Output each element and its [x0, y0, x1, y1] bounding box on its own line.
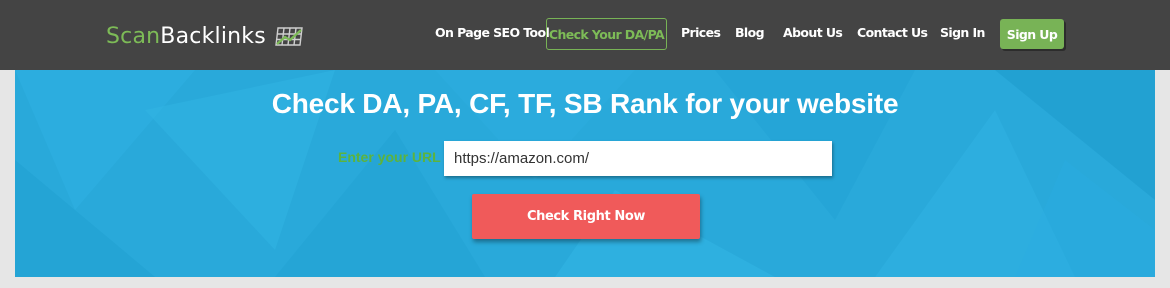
nav-check-da-pa[interactable]: Check Your DA/PA [546, 18, 667, 50]
logo-text-scan: Scan [106, 23, 161, 49]
nav-about-us[interactable]: About Us [783, 25, 843, 40]
hero-section: Check DA, PA, CF, TF, SB Rank for your w… [15, 70, 1155, 277]
navbar: Scan Backlinks On Page SEO Tool Check You… [0, 0, 1170, 70]
nav-sign-in[interactable]: Sign In [940, 25, 985, 40]
url-label: Enter your URL [338, 149, 441, 165]
url-input[interactable] [444, 141, 832, 176]
nav-contact-us[interactable]: Contact Us [857, 25, 928, 40]
nav-blog[interactable]: Blog [735, 25, 765, 40]
nav-prices[interactable]: Prices [681, 25, 721, 40]
check-right-now-button[interactable]: Check Right Now [472, 194, 700, 239]
chart-grid-icon [274, 25, 304, 47]
logo[interactable]: Scan Backlinks [106, 21, 304, 51]
nav-on-page-seo-tool[interactable]: On Page SEO Tool [435, 25, 550, 40]
logo-text-backlinks: Backlinks [160, 23, 266, 49]
hero-title: Check DA, PA, CF, TF, SB Rank for your w… [271, 88, 899, 119]
sign-up-button[interactable]: Sign Up [1000, 19, 1064, 49]
